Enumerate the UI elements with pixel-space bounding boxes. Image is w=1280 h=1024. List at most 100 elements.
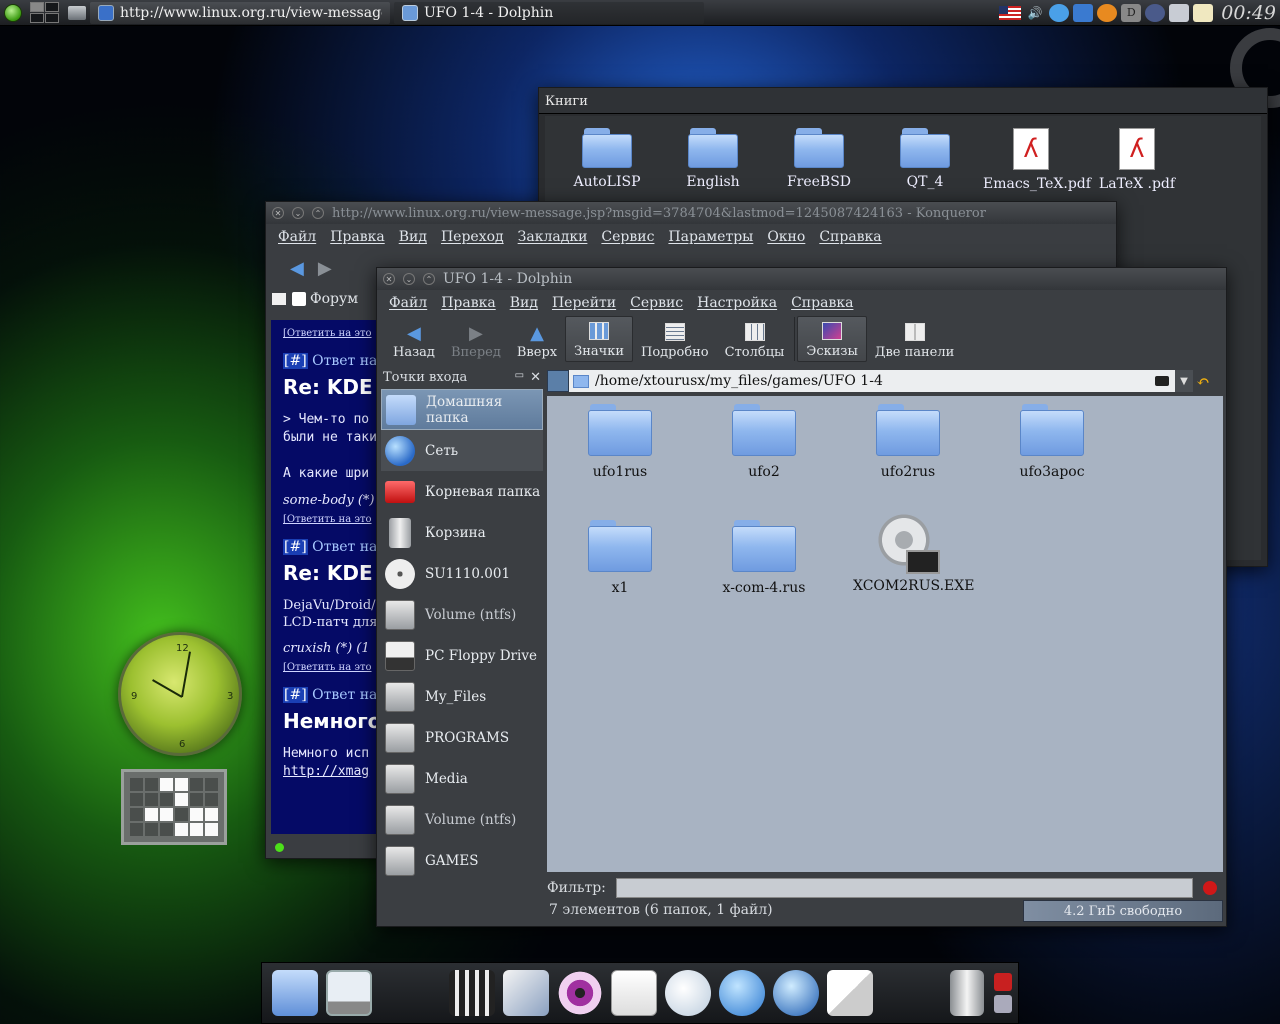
task-konqueror[interactable]: http://www.linux.org.ru/view-message.jsp…	[90, 1, 390, 24]
konqueror-titlebar[interactable]: ✕ ⌄ ⌃ http://www.linux.org.ru/view-messa…	[266, 202, 1116, 224]
forward-arrow-icon[interactable]: ▶	[318, 258, 332, 279]
minimize-icon[interactable]: ⌄	[403, 273, 415, 285]
file-item-ufo3apoc[interactable]: ufo3apoc	[997, 404, 1107, 480]
home-folder-icon[interactable]	[272, 970, 318, 1016]
chevron-down-icon[interactable]: ▼	[1175, 370, 1193, 392]
file-item-ufo1rus[interactable]: ufo1rus	[565, 404, 675, 480]
books-item-emacs-tex-pdf[interactable]: ʎ Emacs_TeX.pdf	[983, 128, 1091, 192]
mail-icon[interactable]	[827, 970, 873, 1016]
reply-link[interactable]: [Ответить на это	[283, 514, 377, 525]
pager-desktop-3[interactable]	[30, 13, 44, 23]
menu-view[interactable]: Вид	[510, 295, 538, 311]
menu-window[interactable]: Окно	[767, 229, 805, 245]
place-games[interactable]: GAMES	[381, 840, 543, 881]
details-view-button[interactable]: Подробно	[633, 316, 717, 362]
browser-globe-icon[interactable]	[773, 970, 819, 1016]
reply-link[interactable]: [Ответить на это	[283, 328, 377, 339]
path-field[interactable]: /home/xtourusx/my_files/games/UFO 1-4	[569, 370, 1175, 392]
file-view[interactable]: ufo1rus ufo2 ufo2rus ufo3apoc x1 x-com-4…	[547, 396, 1223, 872]
books-item-freebsd[interactable]: FreeBSD	[771, 128, 867, 190]
menu-go[interactable]: Перейти	[552, 295, 616, 311]
place-root[interactable]: Корневая папка	[381, 471, 543, 512]
clear-filter-icon[interactable]	[1203, 881, 1217, 895]
notepad-icon[interactable]	[611, 970, 657, 1016]
menu-edit[interactable]: Правка	[441, 295, 496, 311]
back-button[interactable]: ◀ Назад	[385, 316, 443, 362]
minimize-icon[interactable]: ⌄	[292, 207, 304, 219]
video-editor-icon[interactable]	[449, 970, 495, 1016]
analog-clock-widget[interactable]: 12 3 6 9	[118, 632, 242, 756]
place-floppy[interactable]: PC Floppy Drive	[381, 635, 543, 676]
books-item-qt4[interactable]: QT_4	[877, 128, 973, 190]
icons-view-button[interactable]: Значки	[565, 316, 633, 362]
forward-button[interactable]: ▶ Вперед	[443, 316, 509, 362]
split-view-button[interactable]: Две панели	[867, 316, 962, 362]
close-panel-icon[interactable]: ✕	[530, 370, 541, 385]
detach-panel-icon[interactable]: ▭	[515, 370, 524, 385]
network-manager-icon[interactable]	[1049, 3, 1070, 22]
tab-forum[interactable]: Форум	[292, 291, 358, 307]
menu-edit[interactable]: Правка	[330, 229, 385, 245]
maximize-icon[interactable]: ⌃	[423, 273, 435, 285]
computer-icon[interactable]	[326, 970, 372, 1016]
menu-help[interactable]: Справка	[819, 229, 881, 245]
klipper-icon[interactable]: D	[1121, 3, 1142, 22]
place-trash[interactable]: Корзина	[381, 512, 543, 553]
comment-author[interactable]: cruxish (*) (1	[283, 641, 377, 656]
place-home[interactable]: Домашняя папка	[381, 389, 543, 430]
panel-clock[interactable]: 00:49	[1221, 2, 1276, 24]
preview-button[interactable]: Эскизы	[797, 316, 867, 362]
konqueror-page-content[interactable]: [Ответить на это [#] Ответ на: R Re: KDE…	[271, 320, 377, 834]
file-item-ufo2rus[interactable]: ufo2rus	[853, 404, 963, 480]
menu-settings[interactable]: Настройка	[697, 295, 777, 311]
back-arrow-icon[interactable]: ◀	[290, 258, 304, 279]
show-desktop-icon[interactable]	[68, 5, 86, 20]
home-button[interactable]	[547, 370, 569, 392]
undo-arrow-icon[interactable]: ↶	[1193, 370, 1213, 392]
updates-icon[interactable]	[1073, 3, 1094, 22]
menu-tools[interactable]: Сервис	[630, 295, 683, 311]
volume-icon[interactable]: 🔊	[1025, 4, 1045, 22]
task-dolphin[interactable]: UFO 1-4 - Dolphin	[394, 1, 704, 24]
office-icon[interactable]	[665, 970, 711, 1016]
menu-settings[interactable]: Параметры	[668, 229, 753, 245]
place-my-files[interactable]: My_Files	[381, 676, 543, 717]
keyboard-layout-flag-icon[interactable]	[999, 5, 1022, 20]
columns-view-button[interactable]: Столбцы	[717, 316, 793, 362]
comment-author[interactable]: some-body (*)	[283, 493, 377, 508]
close-icon[interactable]: ✕	[272, 207, 284, 219]
kopete-icon[interactable]	[719, 970, 765, 1016]
place-media[interactable]: Media	[381, 758, 543, 799]
text-editor-icon[interactable]	[503, 970, 549, 1016]
place-volume-ntfs-2[interactable]: Volume (ntfs)	[381, 799, 543, 840]
file-item-ufo2[interactable]: ufo2	[709, 404, 819, 480]
file-item-x-com-4-rus[interactable]: x-com-4.rus	[709, 520, 819, 596]
place-volume-ntfs-1[interactable]: Volume (ntfs)	[381, 594, 543, 635]
books-item-autolisp[interactable]: AutoLISP	[559, 128, 655, 190]
pager-desktop-4[interactable]	[45, 13, 59, 23]
trash-icon[interactable]	[950, 970, 984, 1016]
file-item-x1[interactable]: x1	[565, 520, 675, 596]
kwallet-icon[interactable]	[1169, 3, 1190, 22]
new-tab-icon[interactable]	[272, 293, 286, 305]
notes-icon[interactable]	[1193, 3, 1214, 22]
pager-desktop-2[interactable]	[45, 1, 59, 12]
menu-go[interactable]: Переход	[441, 229, 504, 245]
pager-desktop-1[interactable]	[30, 1, 44, 12]
dolphin-window[interactable]: ✕ ⌄ ⌃ UFO 1-4 - Dolphin Файл Правка Вид …	[376, 267, 1227, 927]
shutdown-icon[interactable]	[994, 973, 1012, 991]
menu-view[interactable]: Вид	[399, 229, 427, 245]
desktop-pager[interactable]	[30, 1, 60, 24]
eye-viewer-icon[interactable]	[557, 970, 603, 1016]
menu-file[interactable]: Файл	[278, 229, 316, 245]
file-item-xcom2rus-exe[interactable]: XCOM2RUS.EXE	[853, 512, 974, 594]
up-button[interactable]: ▲ Вверх	[509, 316, 565, 362]
reply-link[interactable]: [Ответить на это	[283, 662, 377, 673]
comment-link[interactable]: http://xmag	[283, 763, 377, 781]
place-programs[interactable]: PROGRAMS	[381, 717, 543, 758]
close-icon[interactable]: ✕	[383, 273, 395, 285]
kmenu-icon[interactable]	[4, 3, 22, 22]
dolphin-titlebar[interactable]: ✕ ⌄ ⌃ UFO 1-4 - Dolphin	[377, 268, 1226, 290]
clear-path-icon[interactable]	[1155, 376, 1169, 386]
place-network[interactable]: Сеть	[381, 430, 543, 471]
